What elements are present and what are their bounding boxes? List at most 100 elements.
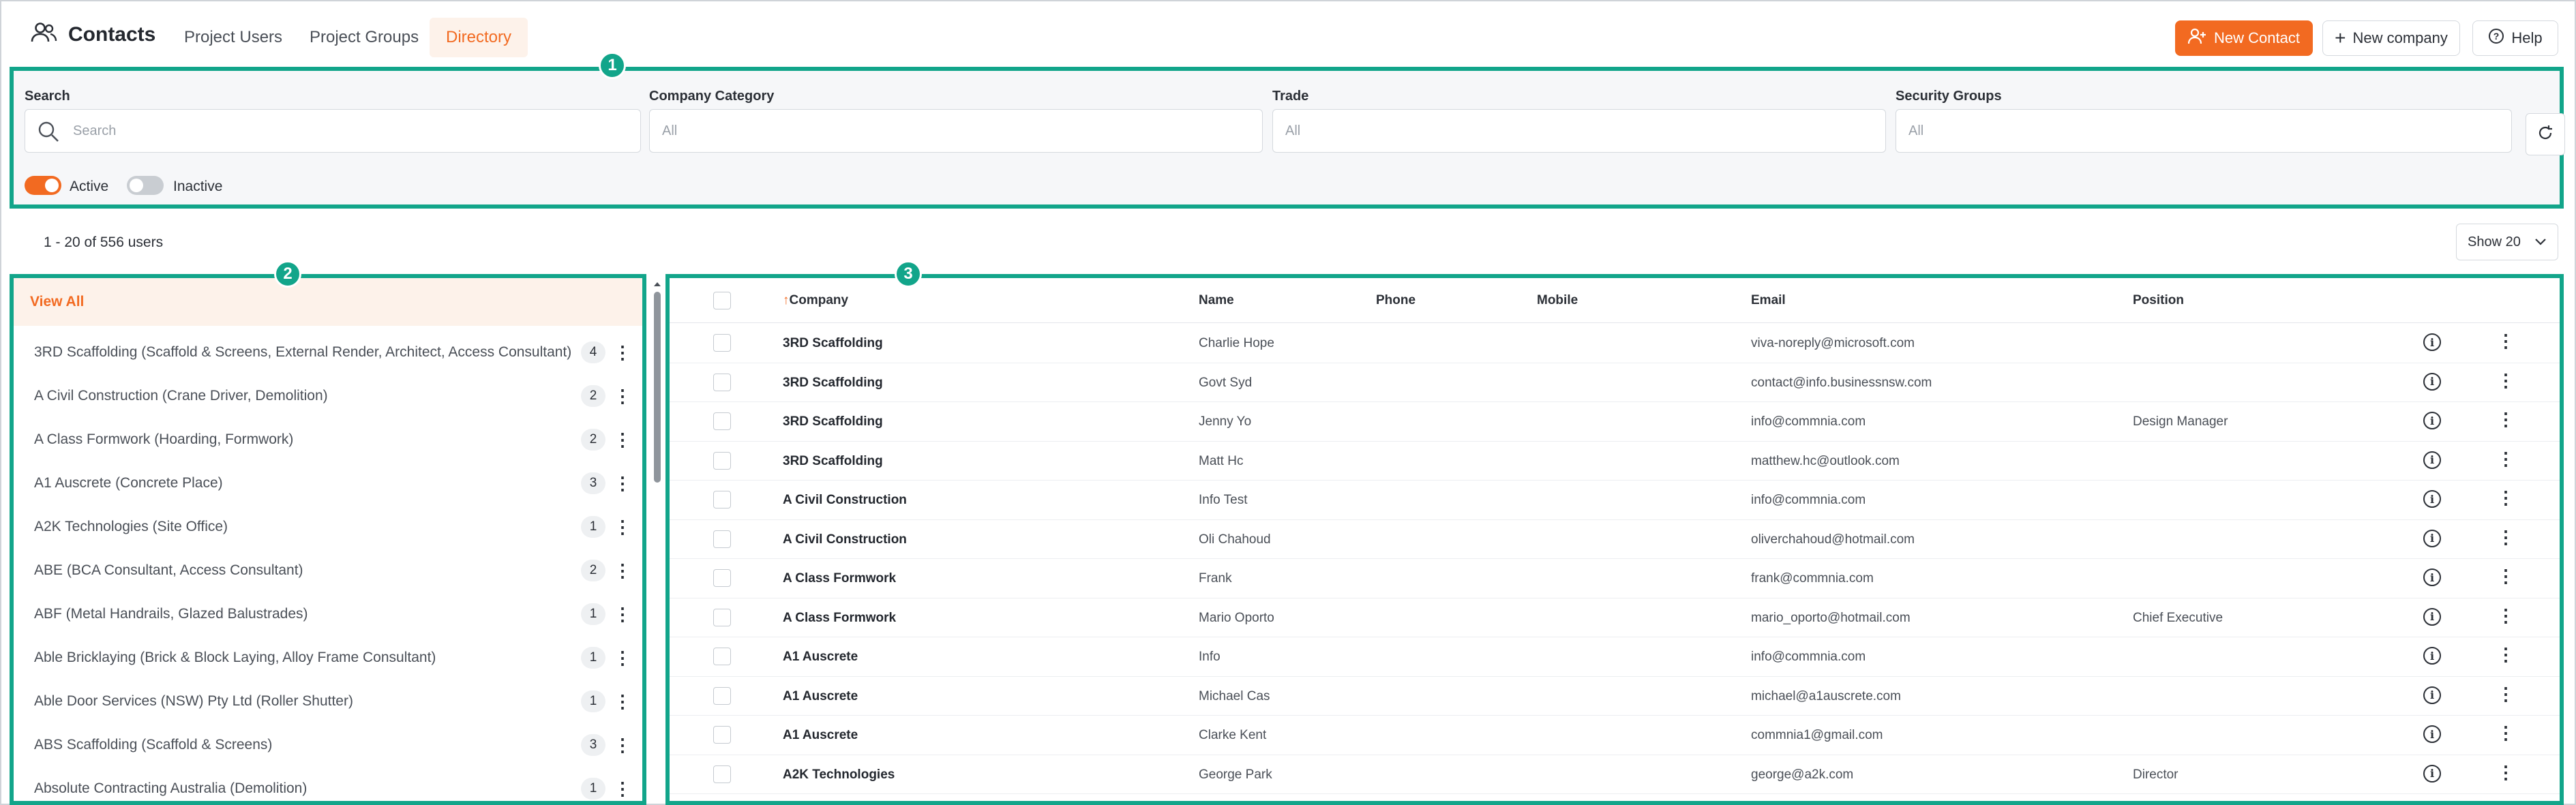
more-options-icon[interactable]: ⋮ <box>614 562 631 579</box>
more-options-icon[interactable]: ⋮ <box>2497 607 2515 624</box>
company-list-item[interactable]: Able Door Services (NSW) Pty Ltd (Roller… <box>14 680 642 723</box>
company-list-item[interactable]: 3RD Scaffolding (Scaffold & Screens, Ext… <box>14 331 642 374</box>
info-icon[interactable]: i <box>2423 412 2441 429</box>
row-checkbox[interactable] <box>713 648 731 665</box>
table-row[interactable]: 3RD Scaffolding Charlie Hope viva-noreply@… <box>670 324 2560 363</box>
scrollbar-thumb[interactable] <box>654 292 661 483</box>
info-icon[interactable]: i <box>2423 686 2441 704</box>
brand: Contacts <box>30 22 155 47</box>
row-checkbox[interactable] <box>713 726 731 744</box>
row-checkbox[interactable] <box>713 569 731 587</box>
table-row[interactable]: 3RD Scaffolding Matt Hc matthew.hc@outlook… <box>670 442 2560 481</box>
more-options-icon[interactable]: ⋮ <box>614 431 631 449</box>
help-button[interactable]: ? Help <box>2472 20 2558 56</box>
row-checkbox[interactable] <box>713 451 731 470</box>
search-input[interactable]: Search <box>25 109 641 153</box>
more-options-icon[interactable]: ⋮ <box>2497 528 2515 546</box>
info-icon[interactable]: i <box>2423 568 2441 586</box>
more-options-icon[interactable]: ⋮ <box>2497 645 2515 663</box>
column-phone[interactable]: Phone <box>1376 293 1416 308</box>
more-options-icon[interactable]: ⋮ <box>2497 489 2515 506</box>
more-options-icon[interactable]: ⋮ <box>614 780 631 798</box>
more-options-icon[interactable]: ⋮ <box>2497 450 2515 468</box>
active-toggle[interactable] <box>25 176 61 195</box>
tab-project-users[interactable]: Project Users <box>168 18 299 57</box>
company-list-item[interactable]: ABE (BCA Consultant, Access Consultant) 2… <box>14 549 642 592</box>
company-list-item[interactable]: Able Bricklaying (Brick & Block Laying, … <box>14 636 642 680</box>
row-checkbox[interactable] <box>713 412 731 430</box>
more-options-icon[interactable]: ⋮ <box>2497 724 2515 742</box>
row-checkbox[interactable] <box>713 608 731 626</box>
info-icon[interactable]: i <box>2423 529 2441 547</box>
company-list-scrollbar[interactable] <box>653 279 662 804</box>
cell-position: Design Manager <box>2133 414 2228 429</box>
company-list-item[interactable]: Absolute Contracting Australia (Demoliti… <box>14 767 642 801</box>
page-size-select[interactable]: Show 20 <box>2456 224 2558 260</box>
new-company-button[interactable]: + New company <box>2322 20 2460 56</box>
company-list-item[interactable]: A Class Formwork (Hoarding, Formwork) 2 ⋮ <box>14 418 642 461</box>
more-options-icon[interactable]: ⋮ <box>2497 763 2515 781</box>
company-category-select[interactable]: All <box>649 109 1263 153</box>
company-list-item[interactable]: A Civil Construction (Crane Driver, Demo… <box>14 374 642 418</box>
row-checkbox[interactable] <box>713 686 731 705</box>
cell-name: Mario Oporto <box>1199 610 1274 625</box>
info-icon[interactable]: i <box>2423 490 2441 508</box>
new-contact-button[interactable]: New Contact <box>2175 20 2313 56</box>
info-icon[interactable]: i <box>2423 647 2441 665</box>
row-checkbox[interactable] <box>713 530 731 548</box>
table-row[interactable]: A Civil Construction Info Test info@commni… <box>670 481 2560 520</box>
info-icon[interactable]: i <box>2423 333 2441 351</box>
security-groups-select[interactable]: All <box>1896 109 2512 153</box>
select-all-checkbox[interactable] <box>713 292 731 309</box>
row-checkbox[interactable] <box>713 334 731 352</box>
more-options-icon[interactable]: ⋮ <box>614 518 631 536</box>
company-list-item[interactable]: A1 Auscrete (Concrete Place) 3 ⋮ <box>14 461 642 505</box>
table-row[interactable]: A1 Auscrete Info info@commnia.com i ⋮ <box>670 637 2560 677</box>
column-name[interactable]: Name <box>1199 293 1234 308</box>
column-mobile[interactable]: Mobile <box>1537 293 1578 308</box>
company-list-item[interactable]: A2K Technologies (Site Office) 1 ⋮ <box>14 505 642 549</box>
table-row[interactable]: A1 Auscrete Clarke Kent commnia1@gmail.com… <box>670 716 2560 755</box>
column-company[interactable]: ↑Company <box>783 293 848 308</box>
row-checkbox[interactable] <box>713 373 731 391</box>
more-options-icon[interactable]: ⋮ <box>2497 410 2515 428</box>
cell-email: info@commnia.com <box>1751 414 1866 429</box>
info-icon[interactable]: i <box>2423 372 2441 391</box>
table-row[interactable]: A1 Auscrete Michael Cas michael@a1auscrete… <box>670 677 2560 716</box>
info-icon[interactable]: i <box>2423 607 2441 626</box>
tab-project-groups[interactable]: Project Groups <box>293 18 435 57</box>
info-icon[interactable]: i <box>2423 764 2441 783</box>
reset-filters-button[interactable] <box>2526 113 2565 155</box>
more-options-icon[interactable]: ⋮ <box>2497 567 2515 585</box>
tab-directory[interactable]: Directory <box>430 18 528 57</box>
table-row[interactable]: A Class Formwork Mario Oporto mario_oporto… <box>670 598 2560 637</box>
info-icon[interactable]: i <box>2423 451 2441 469</box>
table-row[interactable]: A Class Formwork Frank frank@commnia.com i ⋮ <box>670 559 2560 598</box>
inactive-toggle[interactable] <box>127 176 164 195</box>
more-options-icon[interactable]: ⋮ <box>2497 332 2515 350</box>
more-options-icon[interactable]: ⋮ <box>614 736 631 754</box>
more-options-icon[interactable]: ⋮ <box>614 387 631 405</box>
more-options-icon[interactable]: ⋮ <box>614 344 631 361</box>
more-options-icon[interactable]: ⋮ <box>2497 371 2515 389</box>
info-icon[interactable]: i <box>2423 725 2441 743</box>
cell-name: Clarke Kent <box>1199 728 1267 742</box>
column-email[interactable]: Email <box>1751 293 1786 308</box>
table-row[interactable]: A2K Technologies George Park george@a2k.co… <box>670 755 2560 794</box>
row-checkbox[interactable] <box>713 765 731 783</box>
view-all-item[interactable]: View All <box>14 278 642 326</box>
table-row[interactable]: 3RD Scaffolding Jenny Yo info@commnia.com D… <box>670 402 2560 442</box>
table-row[interactable]: A Civil Construction Oli Chahoud olivercha… <box>670 520 2560 559</box>
marker-2: 2 <box>274 260 301 288</box>
column-position[interactable]: Position <box>2133 293 2184 308</box>
company-list-item[interactable]: ABS Scaffolding (Scaffold & Screens) 3 ⋮ <box>14 723 642 767</box>
more-options-icon[interactable]: ⋮ <box>614 474 631 492</box>
more-options-icon[interactable]: ⋮ <box>614 605 631 623</box>
more-options-icon[interactable]: ⋮ <box>2497 685 2515 703</box>
trade-select[interactable]: All <box>1272 109 1886 153</box>
more-options-icon[interactable]: ⋮ <box>614 693 631 710</box>
company-list-item[interactable]: ABF (Metal Handrails, Glazed Balustrades… <box>14 592 642 636</box>
more-options-icon[interactable]: ⋮ <box>614 649 631 667</box>
row-checkbox[interactable] <box>713 491 731 508</box>
table-row[interactable]: 3RD Scaffolding Govt Syd contact@info.busi… <box>670 363 2560 402</box>
